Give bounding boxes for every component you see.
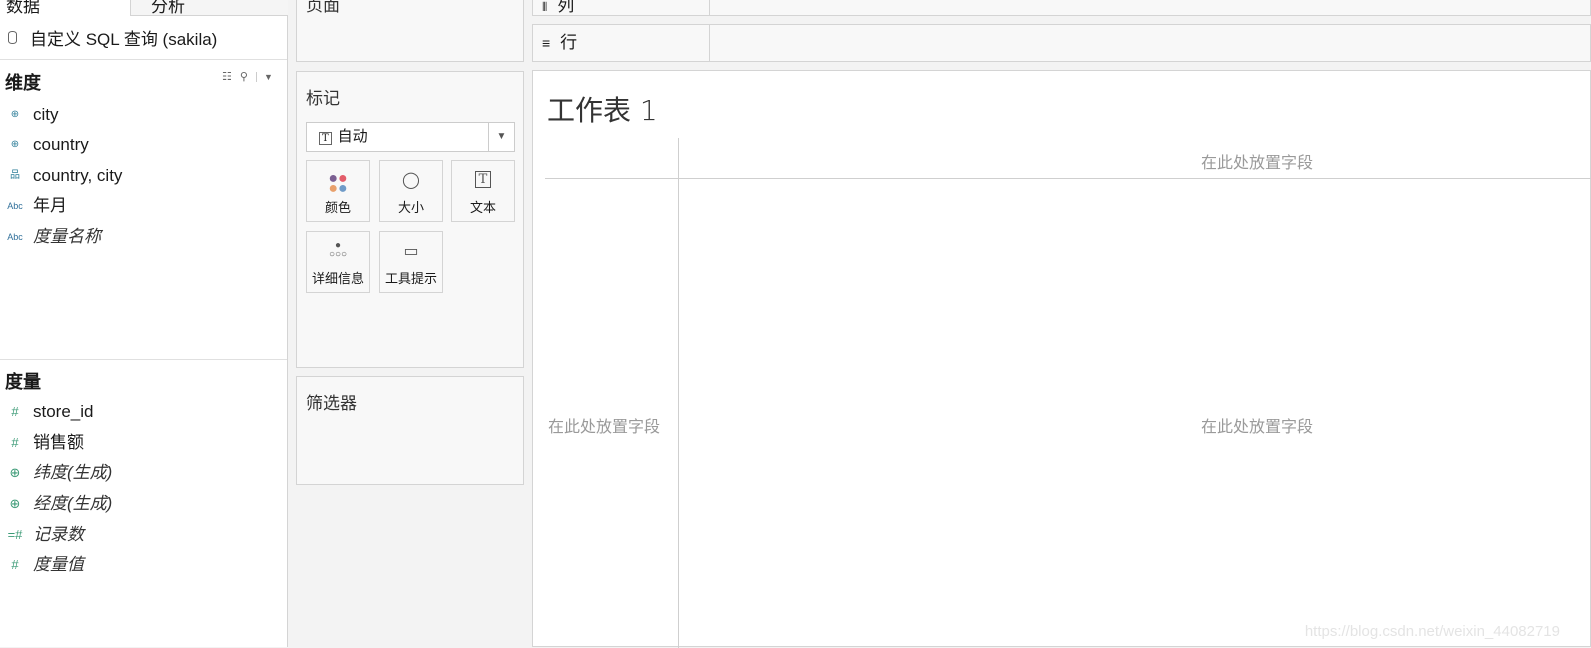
size-label: 大小 xyxy=(397,200,424,215)
pages-title: 页面 xyxy=(306,0,340,15)
field-label: store_id xyxy=(33,402,94,421)
hash-icon: =# xyxy=(7,527,23,542)
dimensions-title: 维度 xyxy=(5,73,41,93)
measure-sales[interactable]: # 销售额 xyxy=(0,428,287,458)
dimension-year-month[interactable]: Abc 年月 xyxy=(0,191,287,221)
field-label: country xyxy=(33,135,89,154)
datasource-item[interactable]: 自定义 SQL 查询 (sakila) xyxy=(0,26,287,60)
field-label: 年月 xyxy=(33,196,67,215)
marks-card: 标记 T 自动 ▼ ●● ●● 颜色 ◯ 大小 T 文本 ● ○○○ 详细信息 ▭ 工具提示 xyxy=(296,71,524,368)
dimension-country[interactable]: ⊕ country xyxy=(0,130,287,160)
tooltip-icon: ▭ xyxy=(403,243,419,260)
measure-values[interactable]: # 度量值 xyxy=(0,550,287,580)
drop-zone-center[interactable]: 在此处放置字段 xyxy=(1201,413,1313,437)
globe-icon: ⊕ xyxy=(10,109,20,120)
abc-icon: Abc xyxy=(7,232,23,242)
pages-card[interactable]: 页面 xyxy=(296,0,524,62)
drop-zone-rows[interactable]: 在此处放置字段 xyxy=(548,413,660,437)
columns-label: ⦀ 列 xyxy=(533,0,710,15)
detail-label: 详细信息 xyxy=(311,271,364,286)
color-button[interactable]: ●● ●● 颜色 xyxy=(306,160,370,222)
hash-icon: # xyxy=(11,435,19,450)
watermark: https://blog.csdn.net/weixin_44082719 xyxy=(1304,623,1560,640)
field-label: 销售额 xyxy=(33,433,84,452)
tab-analysis[interactable]: 分析 xyxy=(130,0,288,16)
color-dots-icon: ●● ●● xyxy=(328,170,348,197)
size-button[interactable]: ◯ 大小 xyxy=(379,160,443,222)
hierarchy-icon: 品 xyxy=(10,170,20,181)
rows-shelf[interactable]: ≡ 行 xyxy=(532,24,1591,62)
divider xyxy=(0,359,287,360)
hash-icon: # xyxy=(11,404,19,419)
field-label: 记录数 xyxy=(33,525,84,544)
field-label: country, city xyxy=(33,166,123,185)
detail-dots-icon: ● ○○○ xyxy=(328,240,348,260)
dimension-city[interactable]: ⊕ city xyxy=(0,100,287,130)
field-label: 度量值 xyxy=(33,555,84,574)
mark-type-dropdown[interactable]: T 自动 ▼ xyxy=(306,122,515,152)
row-header-divider xyxy=(678,138,679,648)
field-label: 度量名称 xyxy=(33,227,101,246)
text-button[interactable]: T 文本 xyxy=(451,160,515,222)
data-pane: 数据 分析 自定义 SQL 查询 (sakila) 维度 ☷ ⚲ ▼ ⊕ city ⊕… xyxy=(0,0,288,647)
abc-icon: Abc xyxy=(7,201,23,211)
marks-title: 标记 xyxy=(306,89,340,108)
tab-data[interactable]: 数据 xyxy=(0,0,130,16)
list-view-icon[interactable]: ☷ xyxy=(222,71,232,83)
measure-longitude[interactable]: ⊕ 经度(生成) xyxy=(0,489,287,519)
mark-type-value: 自动 xyxy=(337,128,368,145)
chevron-down-icon[interactable]: ▼ xyxy=(255,72,273,82)
columns-shelf[interactable]: ⦀ 列 xyxy=(532,0,1591,16)
color-label: 颜色 xyxy=(324,200,351,215)
filters-title: 筛选器 xyxy=(306,394,357,413)
detail-button[interactable]: ● ○○○ 详细信息 xyxy=(306,231,370,293)
rows-label: ≡ 行 xyxy=(533,25,710,61)
text-mark-icon: T xyxy=(319,132,332,145)
sheet-title: 工作表 1 xyxy=(547,94,658,127)
chevron-down-icon[interactable]: ▼ xyxy=(488,123,514,151)
measure-latitude[interactable]: ⊕ 纬度(生成) xyxy=(0,458,287,488)
globe-icon: ⊕ xyxy=(10,139,20,150)
column-header-divider xyxy=(545,178,1591,179)
measures-title: 度量 xyxy=(5,372,41,392)
field-label: 纬度(生成) xyxy=(33,463,113,482)
hash-icon: # xyxy=(11,557,19,572)
drop-zone-columns[interactable]: 在此处放置字段 xyxy=(1201,149,1313,173)
columns-icon: ⦀ xyxy=(542,0,548,14)
dimension-tools: ☷ ⚲ ▼ xyxy=(222,70,281,83)
filters-card[interactable]: 筛选器 xyxy=(296,376,524,485)
search-icon[interactable]: ⚲ xyxy=(240,71,248,83)
measure-store-id[interactable]: # store_id xyxy=(0,397,287,427)
globe-icon: ⊕ xyxy=(9,465,21,480)
field-label: city xyxy=(33,105,59,124)
field-label: 经度(生成) xyxy=(33,494,113,513)
size-circles-icon: ◯ xyxy=(402,172,420,189)
database-icon xyxy=(8,31,17,44)
datasource-name: 自定义 SQL 查询 (sakila) xyxy=(30,30,218,49)
dimension-country-city[interactable]: 品 country, city xyxy=(0,161,287,191)
text-icon: T xyxy=(452,161,514,197)
text-label: 文本 xyxy=(469,200,496,215)
measure-record-count[interactable]: =# 记录数 xyxy=(0,520,287,550)
globe-icon: ⊕ xyxy=(9,496,21,511)
tooltip-label: 工具提示 xyxy=(384,271,437,286)
dimension-measure-names[interactable]: Abc 度量名称 xyxy=(0,222,287,252)
tooltip-button[interactable]: ▭ 工具提示 xyxy=(379,231,443,293)
rows-icon: ≡ xyxy=(542,35,551,51)
worksheet-canvas[interactable]: 工作表 1 在此处放置字段 在此处放置字段 在此处放置字段 https://bl… xyxy=(532,70,1591,648)
